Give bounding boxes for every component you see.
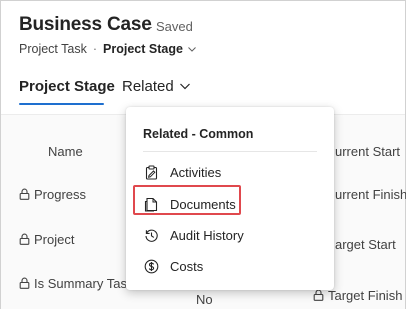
tab-selected-indicator xyxy=(19,103,104,105)
record-title: Business Case xyxy=(19,14,152,35)
menu-item-costs[interactable]: Costs xyxy=(136,253,324,281)
field-label-current-finish: urrent Finish xyxy=(335,187,406,202)
menu-item-documents-label: Documents xyxy=(170,197,236,212)
lock-icon xyxy=(19,277,30,289)
menu-group-header: Related - Common xyxy=(143,127,254,141)
tab-project-stage-label: Project Stage xyxy=(19,78,115,95)
menu-item-costs-label: Costs xyxy=(170,259,204,274)
menu-item-activities[interactable]: Activities xyxy=(136,159,324,187)
field-label-target-finish: Target Finish xyxy=(313,288,402,303)
menu-divider xyxy=(143,151,317,152)
form-selector[interactable]: Project Stage xyxy=(103,42,197,56)
field-label-is-summary-task: Is Summary Task xyxy=(19,276,126,291)
field-label-progress: Progress xyxy=(19,187,86,202)
chevron-down-icon xyxy=(188,47,196,52)
field-label-name: Name xyxy=(48,144,83,159)
document-icon xyxy=(144,197,158,212)
field-label-is-summary-task-text: Is Summary Task xyxy=(34,276,126,291)
tab-project-stage[interactable]: Project Stage xyxy=(19,77,115,105)
menu-item-documents[interactable]: Documents xyxy=(136,191,324,219)
lock-icon xyxy=(313,289,324,301)
lock-icon xyxy=(19,188,30,200)
menu-item-activities-label: Activities xyxy=(170,165,222,180)
menu-item-audit-history-label: Audit History xyxy=(170,228,244,243)
save-status: - Saved xyxy=(148,19,193,34)
field-label-progress-text: Progress xyxy=(34,187,87,202)
field-label-target-finish-text: Target Finish xyxy=(328,288,403,303)
clipboard-icon xyxy=(145,165,158,180)
field-label-project: Project xyxy=(19,232,74,247)
menu-item-audit-history[interactable]: Audit History xyxy=(136,222,324,250)
field-label-current-start: urrent Start xyxy=(335,144,401,159)
field-label-project-text: Project xyxy=(34,232,75,247)
form-selector-label: Project Stage xyxy=(103,42,183,56)
field-value-is-summary-task: No xyxy=(196,292,213,306)
dollar-icon xyxy=(144,259,159,274)
chevron-down-icon xyxy=(179,83,190,90)
breadcrumb-separator: · xyxy=(92,42,98,56)
entity-name: Project Task xyxy=(19,42,87,56)
breadcrumb: Project Task · Project Stage xyxy=(19,42,197,56)
history-icon xyxy=(145,229,158,242)
lock-icon xyxy=(19,233,30,245)
form-window: Business Case - Saved Project Task · Proje… xyxy=(0,0,406,309)
tab-related-label: Related xyxy=(122,78,174,95)
tab-related[interactable]: Related xyxy=(122,77,191,97)
field-label-target-start: arget Start xyxy=(335,237,396,252)
related-dropdown-menu: Related - Common Activities Documents Au… xyxy=(126,107,334,290)
